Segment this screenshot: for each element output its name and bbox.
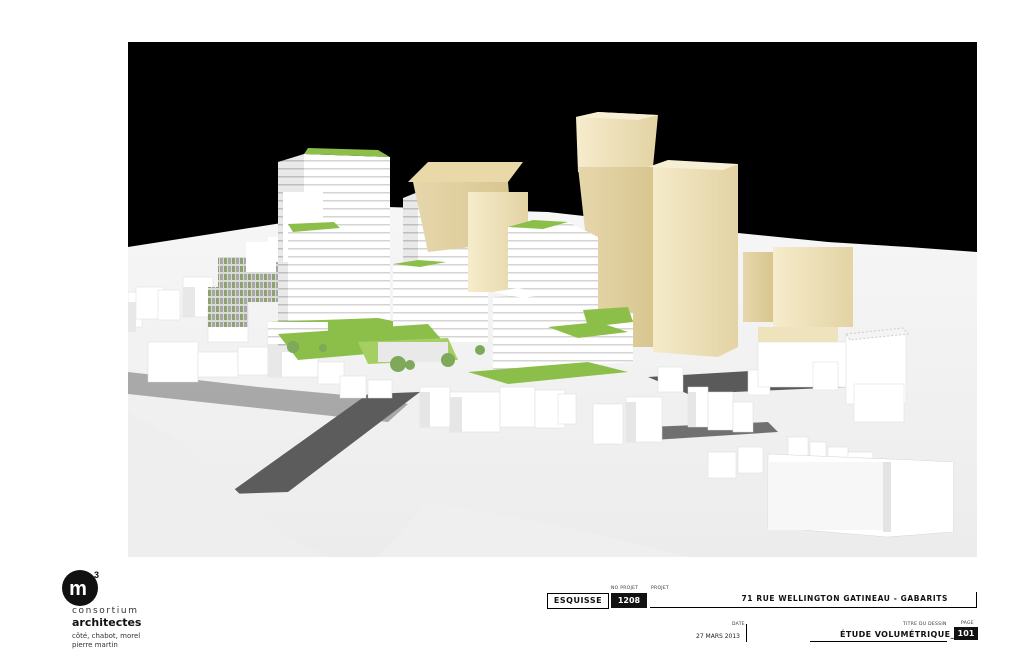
m3-logo-icon: m 3 [62,570,99,606]
sheet-title-underline [810,641,947,642]
project-divider [976,592,977,608]
logo-consortium-text: consortium [72,606,139,616]
drawing-date: 27 MARS 2013 [696,633,740,640]
volumetric-render [128,42,977,557]
date-divider [746,624,747,642]
svg-text:m: m [69,578,87,600]
logo-partners-text: côté, chabot, morel pierre martin [72,632,141,649]
logo-architectes-text: architectes [72,616,142,629]
stage-label: ESQUISSE [547,593,609,609]
date-label: DATE [732,622,745,627]
project-number-label: NO PROJET [611,586,639,591]
project-underline [650,607,977,608]
firm-logo: m 3 consortium architectes côté, chabot,… [36,566,146,656]
massing-model-illustration [128,42,977,557]
sheet-title: ÉTUDE VOLUMÉTRIQUE_1 [840,630,961,639]
page-number: 101 [954,627,978,640]
sheet-title-label: TITRE DU DESSIN [903,622,947,627]
project-number: 1208 [611,593,647,608]
project-name: 71 RUE WELLINGTON GATINEAU - GABARITS [741,594,948,603]
project-label: PROJET [651,586,670,591]
page-label: PAGE [961,621,974,626]
svg-text:3: 3 [94,570,99,580]
